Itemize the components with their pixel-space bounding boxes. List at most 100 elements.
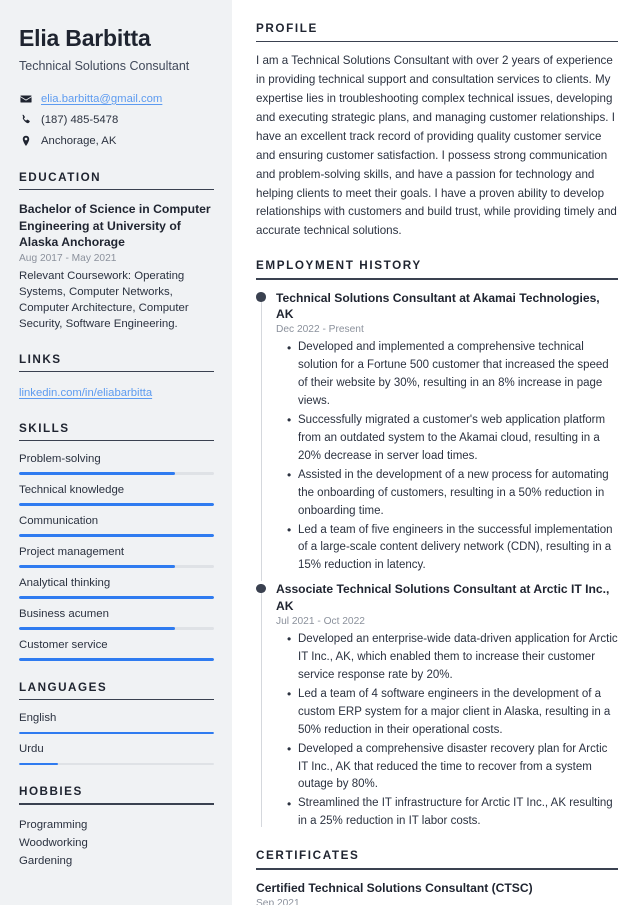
timeline-dot-icon — [256, 292, 266, 302]
contact-location: Anchorage, AK — [19, 134, 214, 149]
section-heading-skills: SKILLS — [19, 421, 70, 435]
section-heading-hobbies: HOBBIES — [19, 785, 83, 799]
job-bullet: Led a team of 4 software engineers in th… — [287, 685, 618, 740]
profile-text: I am a Technical Solutions Consultant wi… — [256, 54, 617, 238]
candidate-job-title: Technical Solutions Consultant — [19, 58, 190, 73]
phone-icon — [19, 114, 32, 126]
job-entry: Associate Technical Solutions Consultant… — [256, 581, 618, 831]
section-heading-profile: PROFILE — [256, 22, 318, 35]
divider — [19, 698, 214, 701]
skill-meter-track — [19, 658, 214, 661]
skill-label: Business acumen — [19, 607, 109, 620]
skill-label: Customer service — [19, 638, 108, 651]
skill-item: Business acumen — [19, 607, 214, 630]
contact-email-text[interactable]: elia.barbitta@gmail.com — [41, 92, 162, 107]
candidate-name: Elia Barbitta — [19, 25, 151, 51]
skill-label: Analytical thinking — [19, 577, 111, 589]
job-bullet-list: Developed and implemented a comprehensiv… — [276, 339, 618, 575]
skills-list: Problem-solving Technical knowledge Comm… — [19, 452, 214, 661]
job-bullet: Led a team of five engineers in the succ… — [287, 521, 618, 576]
skill-item: Customer service — [19, 638, 214, 661]
sidebar: Elia Barbitta Technical Solutions Consul… — [0, 0, 232, 905]
language-label: Urdu — [19, 743, 44, 756]
divider — [256, 41, 618, 43]
education-description: Relevant Coursework: Operating Systems, … — [19, 269, 189, 331]
skill-meter-fill — [19, 658, 214, 661]
section-heading-languages: LANGUAGES — [19, 680, 108, 694]
divider — [19, 439, 214, 442]
hobby-item: Woodworking — [19, 836, 88, 849]
language-meter-track — [19, 731, 214, 735]
skill-item: Communication — [19, 514, 214, 538]
education-degree: Bachelor of Science in Computer Engineer… — [19, 201, 211, 250]
divider — [19, 370, 214, 372]
certificate-title: Certified Technical Solutions Consultant… — [256, 880, 533, 895]
section-profile: PROFILE I am a Technical Solutions Consu… — [256, 22, 618, 241]
skill-item: Technical knowledge — [19, 483, 214, 507]
language-meter-fill — [19, 762, 58, 766]
language-label: English — [19, 712, 57, 725]
job-bullet: Developed an enterprise-wide data-driven… — [287, 630, 618, 685]
divider — [256, 278, 618, 280]
skill-meter-fill — [19, 503, 214, 507]
section-heading-links: LINKS — [19, 352, 62, 366]
section-links: LINKS linkedin.com/in/eliabarbitta — [19, 353, 214, 402]
skill-meter-track — [19, 596, 214, 599]
main-column: PROFILE I am a Technical Solutions Consu… — [232, 0, 640, 905]
education-item: Bachelor of Science in Computer Engineer… — [19, 201, 214, 333]
link-linkedin[interactable]: linkedin.com/in/eliabarbitta — [19, 387, 152, 399]
language-item: English — [19, 711, 214, 735]
contact-email[interactable]: elia.barbitta@gmail.com — [19, 92, 214, 107]
skill-meter-track — [19, 565, 214, 568]
skill-item: Analytical thinking — [19, 576, 214, 599]
hobby-item: Programming — [19, 818, 88, 831]
job-bullet: Streamlined the IT infrastructure for Ar… — [287, 795, 618, 831]
skill-meter-fill — [19, 596, 214, 599]
section-employment-history: EMPLOYMENT HISTORY Technical Solutions C… — [256, 259, 618, 831]
contact-phone: (187) 485-5478 — [19, 113, 214, 128]
language-meter-fill — [19, 731, 214, 735]
section-languages: LANGUAGES English Urdu — [19, 680, 214, 766]
skill-meter-fill — [19, 534, 214, 538]
certificate-date: Sep 2021 — [256, 897, 300, 905]
skill-meter-fill — [19, 565, 175, 568]
job-dates: Dec 2022 - Present — [276, 324, 364, 336]
skill-item: Problem-solving — [19, 452, 214, 476]
job-bullet: Developed a comprehensive disaster recov… — [287, 740, 618, 795]
skill-label: Problem-solving — [19, 453, 101, 466]
language-item: Urdu — [19, 742, 214, 766]
job-role: Associate Technical Solutions Consultant… — [276, 582, 610, 613]
skill-meter-track — [19, 472, 214, 476]
education-dates: Aug 2017 - May 2021 — [19, 252, 117, 264]
employment-timeline: Technical Solutions Consultant at Akamai… — [256, 290, 618, 832]
language-meter-track — [19, 762, 214, 766]
job-role: Technical Solutions Consultant at Akamai… — [276, 290, 600, 321]
section-certificates: CERTIFICATES Certified Technical Solutio… — [256, 849, 618, 905]
languages-list: English Urdu — [19, 711, 214, 766]
skill-label: Project management — [19, 546, 125, 559]
job-entry: Technical Solutions Consultant at Akamai… — [256, 290, 618, 582]
timeline-dot-icon — [256, 583, 266, 594]
section-hobbies: HOBBIES Programming Woodworking Gardenin… — [19, 785, 214, 871]
contact-location-text: Anchorage, AK — [41, 134, 117, 147]
contact-phone-text: (187) 485-5478 — [41, 113, 119, 126]
divider — [19, 188, 214, 190]
skill-meter-track — [19, 534, 214, 538]
skill-meter-fill — [19, 472, 175, 476]
job-bullet: Developed and implemented a comprehensiv… — [287, 339, 618, 411]
divider — [19, 803, 214, 805]
skill-item: Project management — [19, 545, 214, 568]
section-heading-certificates: CERTIFICATES — [256, 849, 360, 863]
skill-meter-fill — [19, 627, 175, 630]
section-skills: SKILLS Problem-solving Technical knowled… — [19, 422, 214, 661]
resume-page: Elia Barbitta Technical Solutions Consul… — [0, 0, 640, 905]
job-dates: Jul 2021 - Oct 2022 — [276, 615, 365, 627]
contact-list: elia.barbitta@gmail.com (187) 485-5478 A… — [19, 92, 214, 149]
map-pin-icon — [19, 135, 32, 147]
skill-label: Communication — [19, 515, 99, 528]
skill-meter-track — [19, 503, 214, 507]
envelope-icon — [19, 93, 32, 105]
section-education: EDUCATION Bachelor of Science in Compute… — [19, 171, 214, 333]
skill-meter-track — [19, 627, 214, 630]
section-heading-education: EDUCATION — [19, 170, 102, 184]
